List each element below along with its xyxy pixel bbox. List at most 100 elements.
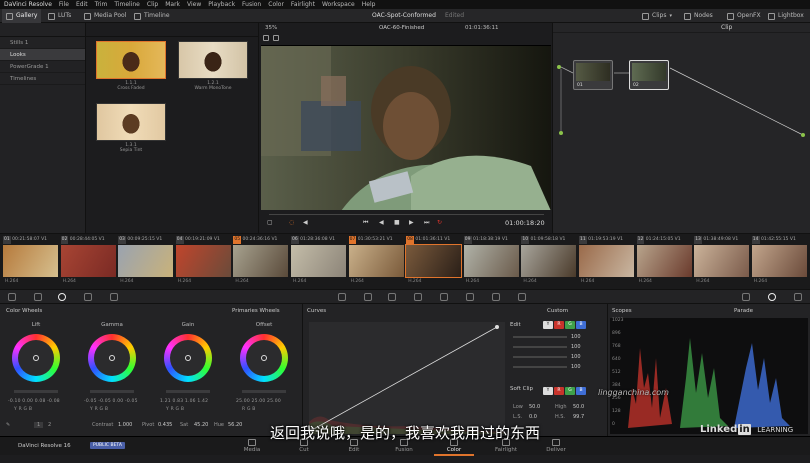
last-frame-icon[interactable]: ⏭ bbox=[424, 219, 429, 227]
timeline-clip-04[interactable]: 04 00:19:21:09 V1 H.264 bbox=[175, 236, 231, 287]
curve-intensity-slider[interactable] bbox=[513, 356, 567, 358]
media-pool-button[interactable]: Media Pool bbox=[84, 9, 126, 23]
page-tab-edit[interactable]: Edit bbox=[334, 437, 374, 456]
timeline-clip-05[interactable]: 05 00:24:36:16 V1 H.264 bbox=[233, 236, 289, 287]
curve-channel-g[interactable]: G bbox=[565, 321, 575, 329]
lift-master-slider[interactable] bbox=[14, 390, 58, 393]
gain-master-slider[interactable] bbox=[166, 390, 210, 393]
scopes-mode-select[interactable]: Parade bbox=[734, 308, 753, 314]
gallery-button[interactable]: Gallery bbox=[2, 9, 42, 23]
album-looks[interactable]: Looks bbox=[0, 49, 85, 61]
viewer-grid-icon[interactable] bbox=[273, 35, 279, 41]
luts-button[interactable]: LUTs bbox=[48, 9, 71, 23]
menu-help[interactable]: Help bbox=[362, 0, 376, 9]
scopes-icon[interactable] bbox=[768, 293, 776, 301]
curve-intensity-b[interactable]: 100 bbox=[571, 364, 581, 370]
menu-timeline[interactable]: Timeline bbox=[114, 0, 140, 9]
curve-intensity-slider[interactable] bbox=[513, 336, 567, 338]
timeline-clip-08[interactable]: 08 01:01:36:11 V1 H.264 bbox=[405, 236, 463, 287]
page-tab-cut[interactable]: Cut bbox=[284, 437, 324, 456]
timeline-clip-09[interactable]: 09 01:18:38:19 V1 H.264 bbox=[463, 236, 519, 287]
stop-icon[interactable]: ■ bbox=[394, 219, 400, 226]
hue-value[interactable]: 56.20 bbox=[228, 422, 242, 428]
speaker-icon[interactable]: ◀ bbox=[303, 219, 308, 226]
sat-value[interactable]: 45.20 bbox=[194, 422, 208, 428]
play-icon[interactable]: ▶ bbox=[409, 219, 414, 226]
window-icon[interactable] bbox=[388, 293, 396, 301]
timeline-clip-06[interactable]: 06 01:28:36:08 V1 H.264 bbox=[291, 236, 346, 287]
wheel-puck[interactable] bbox=[261, 355, 267, 361]
softclip-channel-b[interactable]: B bbox=[576, 387, 586, 395]
clips-button[interactable]: Clips ▾ bbox=[642, 9, 672, 23]
offset-values[interactable]: 25.00 25.00 25.00 bbox=[236, 399, 281, 404]
page-tab-media[interactable]: Media bbox=[232, 437, 272, 456]
menu-app[interactable]: DaVinci Resolve bbox=[4, 0, 52, 9]
camera-raw-icon[interactable] bbox=[8, 293, 16, 301]
tracker-icon[interactable] bbox=[414, 293, 422, 301]
first-frame-icon[interactable]: ⏮ bbox=[363, 219, 368, 227]
motion-effects-icon[interactable] bbox=[110, 293, 118, 301]
softclip-channel-g[interactable]: G bbox=[565, 387, 575, 395]
rgb-mixer-icon[interactable] bbox=[84, 293, 92, 301]
curve-intensity-slider[interactable] bbox=[513, 366, 567, 368]
lift-values[interactable]: -0.10 0.00 0.08 -0.08 bbox=[8, 399, 60, 404]
page-1-button[interactable]: 1 bbox=[34, 422, 44, 428]
menu-view[interactable]: View bbox=[187, 0, 201, 9]
keyframes-icon[interactable] bbox=[742, 293, 750, 301]
album-timelines[interactable]: Timelines bbox=[0, 73, 85, 85]
ls-value[interactable]: 0.0 bbox=[529, 414, 537, 420]
openfx-button[interactable]: OpenFX bbox=[727, 9, 761, 23]
softclip-channel-r[interactable]: R bbox=[554, 387, 564, 395]
menu-trim[interactable]: Trim bbox=[95, 0, 108, 9]
pivot-value[interactable]: 0.435 bbox=[158, 422, 172, 428]
loop-icon[interactable]: ◌ bbox=[289, 219, 294, 226]
auto-balance-icon[interactable]: ✎ bbox=[6, 422, 10, 428]
loop-playback-icon[interactable]: ↻ bbox=[437, 219, 442, 226]
lightbox-button[interactable]: Lightbox bbox=[768, 9, 804, 23]
timeline-clip-12[interactable]: 12 01:24:15:05 V1 H.264 bbox=[636, 236, 692, 287]
info-icon[interactable] bbox=[794, 293, 802, 301]
viewer-mode-icon[interactable] bbox=[263, 35, 269, 41]
lift-wheel[interactable] bbox=[12, 334, 60, 382]
reverse-play-icon[interactable]: ◀ bbox=[379, 219, 384, 226]
timeline-clip-03[interactable]: 03 00:09:25:15 V1 H.264 bbox=[118, 236, 174, 287]
wheel-puck[interactable] bbox=[33, 355, 39, 361]
curve-intensity-slider[interactable] bbox=[513, 346, 567, 348]
curve-intensity-g[interactable]: 100 bbox=[571, 354, 581, 360]
blur-icon[interactable] bbox=[440, 293, 448, 301]
nodes-button[interactable]: Nodes bbox=[684, 9, 713, 23]
low-value[interactable]: 50.0 bbox=[529, 404, 540, 410]
still-1-3-1[interactable] bbox=[96, 103, 166, 141]
page-tab-deliver[interactable]: Deliver bbox=[536, 437, 576, 456]
gamma-master-slider[interactable] bbox=[90, 390, 134, 393]
page-tab-fairlight[interactable]: Fairlight bbox=[486, 437, 526, 456]
gain-wheel[interactable] bbox=[164, 334, 212, 382]
viewer-scrubber[interactable] bbox=[269, 214, 544, 215]
curve-intensity-r[interactable]: 100 bbox=[571, 344, 581, 350]
curve-channel-b[interactable]: B bbox=[576, 321, 586, 329]
timeline-button[interactable]: Timeline bbox=[134, 9, 170, 23]
high-value[interactable]: 50.0 bbox=[573, 404, 584, 410]
menu-color[interactable]: Color bbox=[268, 0, 284, 9]
hs-value[interactable]: 99.7 bbox=[573, 414, 584, 420]
3d-icon[interactable] bbox=[518, 293, 526, 301]
curve-graph[interactable] bbox=[309, 322, 505, 434]
contrast-value[interactable]: 1.000 bbox=[118, 422, 132, 428]
curve-channel-r[interactable]: R bbox=[554, 321, 564, 329]
page-2-button[interactable]: 2 bbox=[48, 422, 51, 428]
timeline-clip-02[interactable]: 02 00:28:44:05 V1 H.264 bbox=[60, 236, 116, 287]
menu-mark[interactable]: Mark bbox=[165, 0, 180, 9]
timeline-clip-13[interactable]: 13 01:38:49:08 V1 H.264 bbox=[694, 236, 750, 287]
menu-workspace[interactable]: Workspace bbox=[322, 0, 355, 9]
offset-wheel[interactable] bbox=[240, 334, 288, 382]
timeline-clip-14[interactable]: 14 01:42:55:15 V1 H.264 bbox=[751, 236, 807, 287]
menu-fairlight[interactable]: Fairlight bbox=[291, 0, 315, 9]
still-1-1-1[interactable] bbox=[96, 41, 166, 79]
color-match-icon[interactable] bbox=[34, 293, 42, 301]
key-icon[interactable] bbox=[466, 293, 474, 301]
menu-playback[interactable]: Playback bbox=[208, 0, 235, 9]
scale-icon[interactable]: ▢ bbox=[267, 219, 273, 226]
curves-mode-select[interactable]: Custom bbox=[547, 308, 568, 314]
color-wheels-icon[interactable] bbox=[58, 293, 66, 301]
timeline-clip-10[interactable]: 10 01:09:58:18 V1 H.264 bbox=[521, 236, 577, 287]
